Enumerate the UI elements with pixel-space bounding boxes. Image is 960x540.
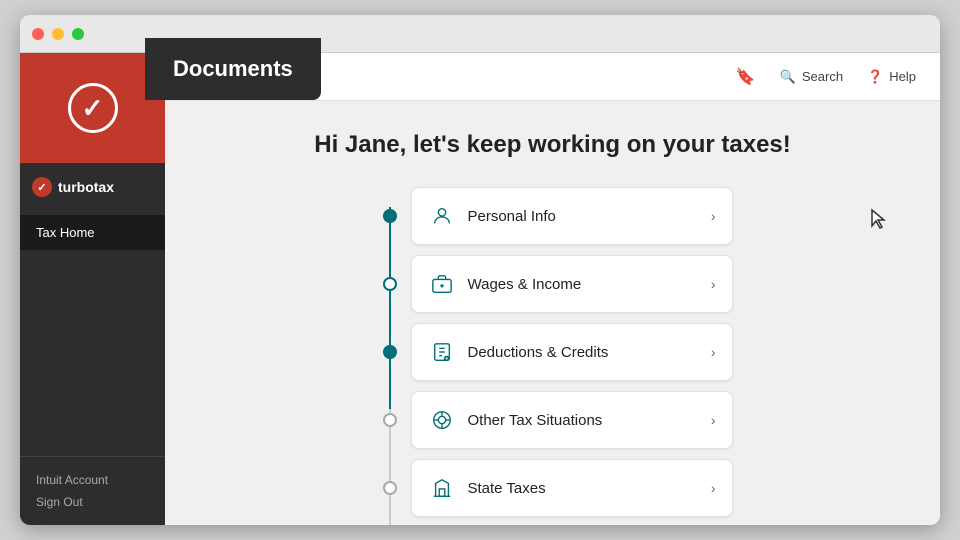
step-row-state-taxes: State Taxes ›: [373, 459, 733, 517]
step-row-wages-income: Wages & Income ›: [373, 255, 733, 313]
chevron-down-icon-state: ›: [711, 480, 716, 496]
sidebar-nav: Tax Home: [20, 211, 165, 456]
turbotax-brand: ✓ turbotax: [20, 163, 165, 211]
turbotax-brand-text: turbotax: [58, 179, 114, 195]
step-dot-personal-info: [383, 209, 397, 223]
step-card-deductions[interactable]: Deductions & Credits ›: [411, 323, 733, 381]
sidebar-sign-out[interactable]: Sign Out: [36, 491, 149, 513]
personal-info-label: Personal Info: [468, 208, 556, 225]
step-dot-deductions: [383, 345, 397, 359]
cursor-indicator: [870, 208, 890, 230]
step-dot-wages-income: [383, 277, 397, 291]
step-card-left: Wages & Income: [428, 270, 582, 298]
maximize-button[interactable]: [72, 28, 84, 40]
state-taxes-label: State Taxes: [468, 480, 546, 497]
wages-income-icon: [428, 270, 456, 298]
wages-income-label: Wages & Income: [468, 276, 582, 293]
sidebar-bottom: Intuit Account Sign Out: [20, 456, 165, 525]
step-card-left: Deductions & Credits: [428, 338, 609, 366]
step-row-deductions: Deductions & Credits ›: [373, 323, 733, 381]
step-dot-other-situations: [383, 413, 397, 427]
steps-container: Personal Info ›: [373, 187, 733, 525]
step-card-left: State Taxes: [428, 474, 546, 502]
browser-titlebar: [20, 15, 940, 53]
help-icon: ❓: [867, 69, 883, 85]
browser-window: ✓ ✓ turbotax Tax Home Intuit Account Sig…: [20, 15, 940, 525]
step-card-wages-income[interactable]: Wages & Income ›: [411, 255, 733, 313]
browser-body: ✓ ✓ turbotax Tax Home Intuit Account Sig…: [20, 53, 940, 525]
step-card-personal-info[interactable]: Personal Info ›: [411, 187, 733, 245]
bookmark-button[interactable]: 🔖: [736, 67, 756, 87]
chevron-down-icon-deductions: ›: [711, 344, 716, 360]
chevron-down-icon-other: ›: [711, 412, 716, 428]
bookmark-icon: 🔖: [736, 67, 756, 87]
turbotax-logo-icon: ✓: [32, 177, 52, 197]
state-taxes-icon: [428, 474, 456, 502]
main-content: 🔖 🔍 Search ❓ Help Hi Jane, let's keep wo…: [165, 53, 940, 525]
step-card-state-taxes[interactable]: State Taxes ›: [411, 459, 733, 517]
help-button[interactable]: ❓ Help: [867, 69, 916, 85]
search-button[interactable]: 🔍 Search: [780, 69, 843, 85]
chevron-down-icon-wages: ›: [711, 276, 716, 292]
sidebar-item-tax-home[interactable]: Tax Home: [20, 215, 165, 250]
deductions-label: Deductions & Credits: [468, 344, 609, 361]
sidebar: ✓ ✓ turbotax Tax Home Intuit Account Sig…: [20, 53, 165, 525]
sidebar-intuit-account[interactable]: Intuit Account: [36, 469, 149, 491]
search-icon: 🔍: [780, 69, 796, 85]
other-situations-label: Other Tax Situations: [468, 412, 603, 429]
deductions-icon: [428, 338, 456, 366]
chevron-down-icon-personal-info: ›: [711, 208, 716, 224]
logo-checkmark: ✓: [68, 83, 118, 133]
topbar: 🔖 🔍 Search ❓ Help: [165, 53, 940, 101]
close-button[interactable]: [32, 28, 44, 40]
minimize-button[interactable]: [52, 28, 64, 40]
greeting-text: Hi Jane, let's keep working on your taxe…: [205, 131, 900, 159]
step-card-left: Other Tax Situations: [428, 406, 603, 434]
personal-info-icon: [428, 202, 456, 230]
step-row-other-situations: Other Tax Situations ›: [373, 391, 733, 449]
step-card-other-situations[interactable]: Other Tax Situations ›: [411, 391, 733, 449]
step-row-personal-info: Personal Info ›: [373, 187, 733, 245]
sidebar-logo-area: ✓: [20, 53, 165, 163]
content-area: Hi Jane, let's keep working on your taxe…: [165, 101, 940, 525]
step-dot-state-taxes: [383, 481, 397, 495]
step-card-left: Personal Info: [428, 202, 556, 230]
other-situations-icon: [428, 406, 456, 434]
